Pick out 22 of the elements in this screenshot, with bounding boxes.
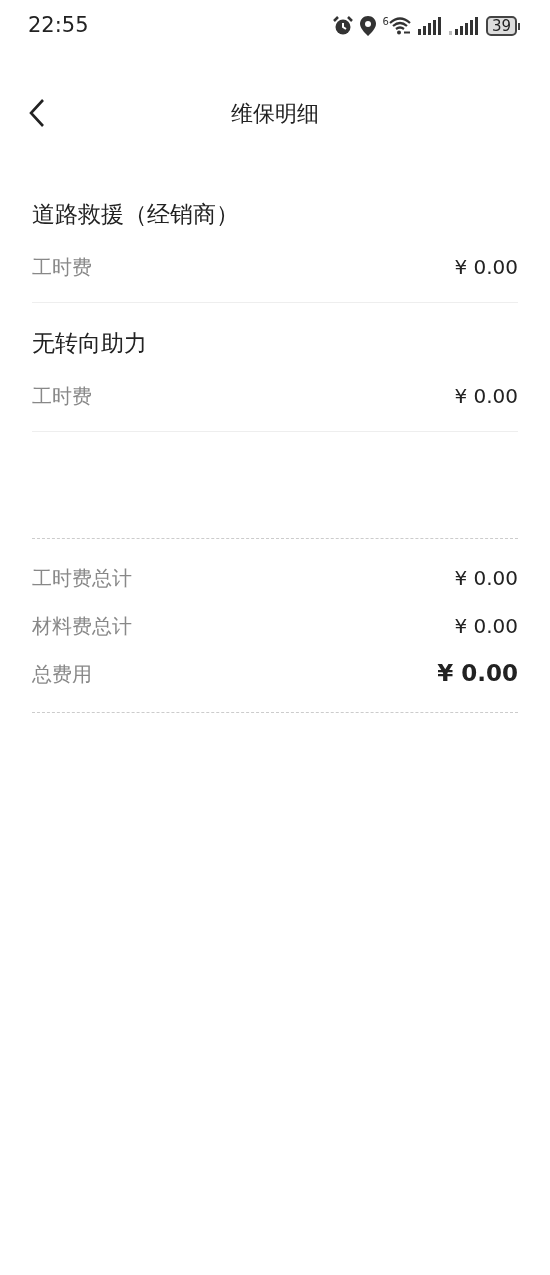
total-label: 工时费总计 (32, 564, 132, 592)
back-icon[interactable] (28, 98, 46, 128)
signal-icon (417, 17, 442, 35)
battery-percent-text: 39 (485, 16, 517, 36)
alarm-icon (332, 16, 353, 36)
total-amount: ¥ 0.00 (454, 612, 518, 640)
item-name: 无转向助力 (32, 329, 148, 358)
location-icon (359, 16, 376, 36)
fee-amount: ¥ 0.00 (454, 383, 518, 410)
wifi-generation-label: 6 (382, 17, 389, 27)
fee-label: 工时费 (32, 254, 92, 281)
fee-amount: ¥ 0.00 (454, 254, 518, 281)
wifi-icon (388, 17, 411, 35)
total-amount: ¥ 0.00 (437, 659, 518, 689)
item-name: 道路救援（经销商） (32, 200, 240, 229)
total-label: 材料费总计 (32, 612, 132, 640)
signal-icon (448, 17, 479, 35)
status-time: 22:55 (28, 12, 89, 40)
fee-label: 工时费 (32, 383, 92, 410)
total-label: 总费用 (32, 660, 92, 688)
page-title: 维保明细 (231, 99, 319, 128)
total-amount: ¥ 0.00 (454, 564, 518, 592)
